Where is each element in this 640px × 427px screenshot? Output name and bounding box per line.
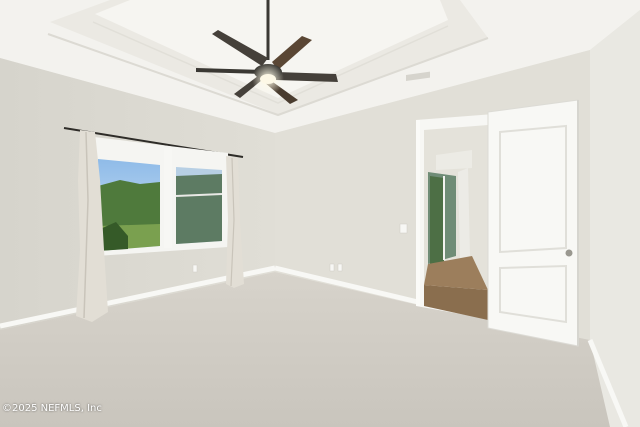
door-knob — [565, 249, 573, 257]
hallway-curtain — [458, 168, 470, 258]
wall-outlet-left — [192, 264, 198, 273]
trees-outside-right — [176, 174, 222, 244]
light-switch — [399, 223, 408, 234]
fan-light-bulb — [260, 74, 276, 84]
room-photo: ©2025 NEFMLS, Inc — [0, 0, 640, 427]
photo-watermark: ©2025 NEFMLS, Inc — [2, 403, 102, 414]
trees-outside — [98, 180, 160, 228]
wall-outlet-back-1 — [329, 263, 335, 272]
room-illustration — [0, 0, 640, 427]
outdoor-view — [430, 176, 444, 264]
open-door — [487, 99, 579, 347]
wall-outlet-back-2 — [337, 263, 343, 272]
